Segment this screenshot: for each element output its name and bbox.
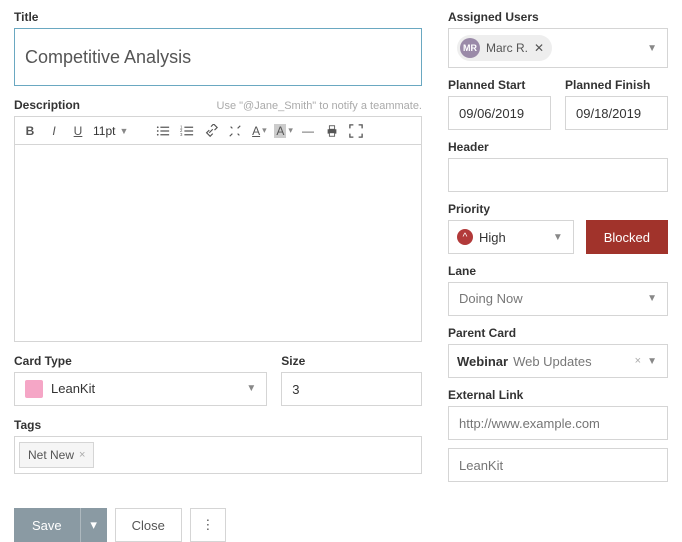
chevron-down-icon: ▼ (647, 43, 657, 54)
blocked-button[interactable]: Blocked (586, 220, 668, 254)
user-chip: MR Marc R. ✕ (457, 35, 552, 61)
priority-value: High (479, 230, 506, 245)
text-color-icon[interactable]: A▾ (250, 121, 268, 141)
chevron-down-icon: ▼ (647, 283, 657, 315)
card-type-select[interactable]: LeanKit ▼ (14, 372, 267, 406)
planned-finish-label: Planned Finish (565, 78, 668, 92)
assigned-users-label: Assigned Users (448, 10, 668, 24)
card-type-label: Card Type (14, 354, 267, 368)
lane-label: Lane (448, 264, 668, 278)
unordered-list-icon[interactable] (154, 121, 172, 141)
save-button[interactable]: Save (14, 508, 81, 542)
priority-label: Priority (448, 202, 668, 216)
size-label: Size (281, 354, 422, 368)
title-input[interactable] (14, 28, 422, 86)
parent-card-label: Parent Card (448, 326, 668, 340)
parent-card-name: Webinar (457, 354, 508, 369)
tag-chip: Net New × (19, 442, 94, 468)
avatar: MR (460, 38, 480, 58)
ordered-list-icon[interactable]: 123 (178, 121, 196, 141)
chevron-down-icon: ▼ (246, 373, 256, 405)
unlink-icon[interactable] (226, 121, 244, 141)
clear-parent-icon[interactable]: × (635, 355, 641, 367)
bold-icon[interactable]: B (21, 121, 39, 141)
title-label: Title (14, 10, 422, 24)
description-editor[interactable] (14, 144, 422, 342)
underline-icon[interactable]: U (69, 121, 87, 141)
description-hint: Use "@Jane_Smith" to notify a teammate. (217, 100, 422, 112)
chevron-down-icon: ▼ (553, 232, 563, 243)
font-size-select[interactable]: 11pt ▼ (93, 124, 128, 138)
font-size-value: 11pt (93, 124, 115, 138)
description-toolbar: B I U 11pt ▼ 123 A▾ A▾ — (14, 116, 422, 144)
header-input[interactable] (448, 158, 668, 192)
external-link-label: External Link (448, 388, 668, 402)
external-name-input[interactable] (448, 448, 668, 482)
planned-start-input[interactable] (448, 96, 551, 130)
planned-start-label: Planned Start (448, 78, 551, 92)
header-label: Header (448, 140, 668, 154)
user-name: Marc R. (486, 41, 528, 55)
card-type-swatch (25, 380, 43, 398)
planned-finish-input[interactable] (565, 96, 668, 130)
remove-tag-icon[interactable]: × (79, 449, 85, 461)
tags-input[interactable]: Net New × (14, 436, 422, 474)
lane-value: Doing Now (459, 283, 523, 315)
lane-select[interactable]: Doing Now ▼ (448, 282, 668, 316)
parent-card-detail: Web Updates (513, 354, 592, 369)
priority-high-icon: ^ (457, 229, 473, 245)
chevron-down-icon: ▼ (119, 126, 128, 136)
more-actions-button[interactable]: ⋮ (190, 508, 226, 542)
chevron-down-icon: ▼ (647, 356, 657, 367)
tag-label: Net New (28, 448, 74, 462)
close-button[interactable]: Close (115, 508, 182, 542)
highlight-icon[interactable]: A▾ (274, 121, 293, 141)
parent-card-select[interactable]: Webinar Web Updates × ▼ (448, 344, 668, 378)
svg-text:3: 3 (180, 131, 183, 136)
tags-label: Tags (14, 418, 422, 432)
size-input[interactable] (281, 372, 422, 406)
horizontal-rule-icon[interactable]: — (299, 121, 317, 141)
description-label: Description (14, 98, 80, 112)
priority-select[interactable]: ^ High ▼ (448, 220, 574, 254)
save-dropdown-button[interactable]: ▾ (81, 508, 107, 542)
fullscreen-icon[interactable] (347, 121, 365, 141)
link-icon[interactable] (202, 121, 220, 141)
external-url-input[interactable] (448, 406, 668, 440)
print-icon[interactable] (323, 121, 341, 141)
assigned-users-select[interactable]: MR Marc R. ✕ ▼ (448, 28, 668, 68)
card-type-value: LeanKit (51, 373, 95, 405)
italic-icon[interactable]: I (45, 121, 63, 141)
remove-user-icon[interactable]: ✕ (534, 41, 544, 55)
